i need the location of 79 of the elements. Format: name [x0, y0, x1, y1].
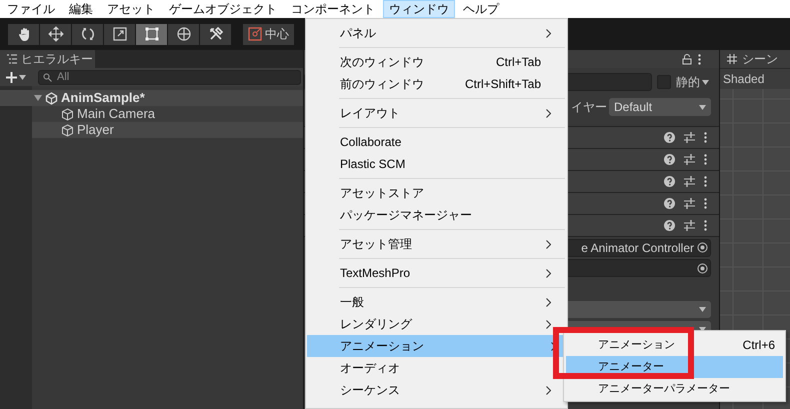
menu-item[interactable]: レイアウト	[307, 102, 553, 124]
menu-item[interactable]: TextMeshPro	[307, 262, 553, 284]
expand-arrow-icon[interactable]	[34, 94, 42, 102]
hierarchy-tab[interactable]: ヒエラルキー	[0, 50, 95, 68]
custom-tool-icon	[208, 26, 224, 42]
object-picker-icon[interactable]	[697, 242, 708, 253]
sliders-icon[interactable]	[684, 198, 695, 209]
static-dropdown[interactable]: 静的	[676, 73, 709, 91]
tool-button[interactable]	[136, 24, 167, 44]
shortcut-label: Ctrl+6	[742, 337, 775, 354]
more-icon[interactable]	[704, 220, 707, 231]
menu-item[interactable]: Plastic SCM	[307, 153, 553, 175]
sliders-icon[interactable]	[684, 176, 695, 187]
menu-item[interactable]: 次のウィンドウ Ctrl+Tab	[307, 51, 553, 73]
cube-icon	[61, 108, 74, 120]
object-picker-icon[interactable]	[697, 262, 708, 274]
sliders-icon[interactable]	[684, 132, 695, 143]
more-icon[interactable]	[704, 198, 707, 209]
menu-item[interactable]: シーケンス	[307, 379, 553, 401]
menu-item[interactable]: 前のウィンドウ Ctrl+Shift+Tab	[307, 73, 553, 95]
rect-tool-icon	[144, 26, 160, 42]
menu-item[interactable]: オーディオ	[307, 357, 553, 379]
lock-icon[interactable]	[682, 54, 692, 64]
layer-label: イヤー	[571, 99, 607, 116]
menu-item[interactable]: ファイル	[1, 0, 61, 18]
help-icon[interactable]	[664, 176, 675, 187]
tool-button[interactable]	[40, 24, 71, 44]
more-icon[interactable]	[698, 54, 701, 64]
scale-tool-icon	[112, 26, 128, 42]
help-icon[interactable]	[664, 198, 675, 209]
layer-dropdown[interactable]: Default	[609, 98, 711, 116]
transform-tool-icon	[176, 26, 192, 42]
caret-icon	[699, 104, 706, 110]
list-icon	[7, 54, 17, 64]
tool-button[interactable]	[200, 24, 231, 44]
cube-icon	[61, 124, 74, 136]
sliders-icon[interactable]	[684, 154, 695, 165]
menu-item[interactable]: ウィンドウ	[383, 0, 455, 18]
menu-item[interactable]: コンポーネント	[285, 0, 381, 18]
menu-item[interactable]: アセットストア	[307, 182, 553, 204]
menu-item[interactable]: ヘルプ	[457, 0, 505, 18]
pivot-button[interactable]: 中心	[243, 24, 294, 44]
move-tool-icon	[48, 26, 64, 42]
help-icon[interactable]	[664, 220, 675, 231]
tree-item[interactable]: Player	[77, 120, 114, 140]
rotate-tool-icon	[80, 26, 96, 42]
tool-button[interactable]	[168, 24, 199, 44]
menu-item[interactable]: 編集	[63, 0, 99, 18]
caret-icon	[699, 306, 706, 312]
sliders-icon[interactable]	[684, 220, 695, 231]
help-icon[interactable]	[664, 132, 675, 143]
more-icon[interactable]	[704, 132, 707, 143]
menu-item[interactable]: アセット	[101, 0, 161, 18]
caret-icon	[19, 74, 26, 80]
pivot-icon	[248, 27, 262, 41]
scene-tab[interactable]: シーン	[720, 50, 790, 68]
shortcut-label: Ctrl+Shift+Tab	[464, 76, 541, 93]
menu-item[interactable]: アニメーション	[307, 335, 566, 357]
tool-button[interactable]	[72, 24, 103, 44]
more-icon[interactable]	[704, 176, 707, 187]
menu-item[interactable]: Collaborate	[307, 131, 553, 153]
menu-item[interactable]: アニメーターパラメーター	[566, 378, 783, 400]
plus-icon	[6, 72, 17, 82]
help-icon[interactable]	[664, 154, 675, 165]
more-icon[interactable]	[704, 154, 707, 165]
menu-item[interactable]: アニメーション Ctrl+6	[566, 334, 783, 356]
grid-icon	[727, 54, 737, 64]
add-button[interactable]	[6, 72, 26, 82]
shortcut-label: Ctrl+Tab	[496, 54, 541, 71]
menu-item[interactable]: ゲームオブジェクト	[163, 0, 283, 18]
menu-item[interactable]: レンダリング	[307, 313, 553, 335]
tool-button[interactable]	[8, 24, 39, 44]
search-icon	[43, 72, 53, 82]
search-field[interactable]: All	[38, 70, 301, 84]
menu-item[interactable]: パッケージマネージャー	[307, 204, 553, 226]
menu-item[interactable]: パネル	[307, 22, 553, 44]
tool-button[interactable]	[104, 24, 135, 44]
caret-icon	[702, 80, 709, 84]
menu-item[interactable]: 一般	[307, 291, 553, 313]
